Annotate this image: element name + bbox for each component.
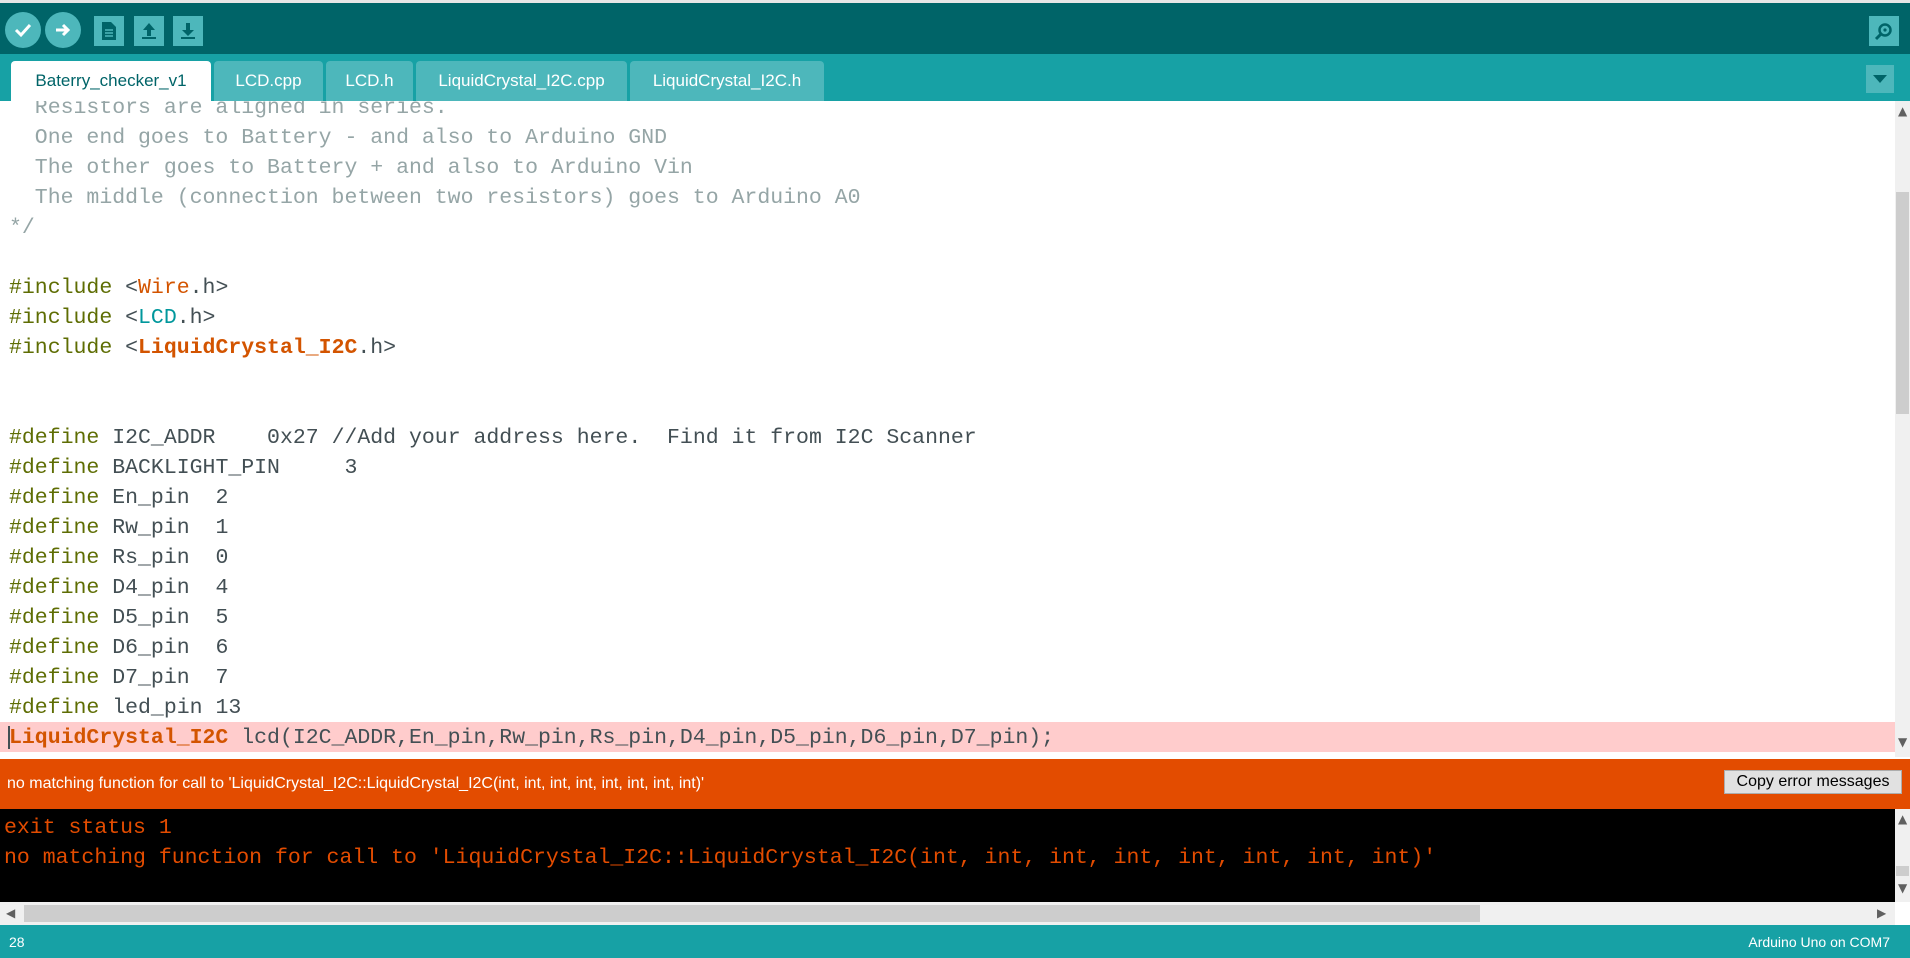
define-body: led_pin 13 — [99, 696, 242, 720]
code-line: #define D5_pin 5 — [9, 603, 1054, 633]
include-lib: LiquidCrystal_I2C — [138, 336, 358, 360]
save-button[interactable] — [173, 16, 203, 46]
define-body: D6_pin 6 — [99, 636, 229, 660]
upload-icon — [56, 23, 71, 37]
code-line: #define Rw_pin 1 — [9, 513, 1054, 543]
define-keyword: #define — [9, 696, 100, 720]
code-line: #define D6_pin 6 — [9, 633, 1054, 663]
define-body: BACKLIGHT_PIN 3 — [99, 456, 358, 480]
define-keyword: #define — [9, 426, 100, 450]
scroll-left-arrow-icon[interactable]: ◀ — [6, 906, 15, 920]
define-keyword: #define — [9, 636, 100, 660]
toolbar — [0, 0, 1910, 54]
define-body: D4_pin 4 — [99, 576, 229, 600]
tab-lcd-h[interactable]: LCD.h — [326, 61, 413, 101]
chevron-down-icon — [1873, 75, 1887, 83]
verify-icon — [14, 23, 32, 38]
horizontal-scroll-thumb[interactable] — [24, 905, 1480, 922]
tab-lcd-cpp[interactable]: LCD.cpp — [214, 61, 323, 101]
define-keyword: #define — [9, 456, 100, 480]
verify-button[interactable] — [5, 12, 41, 48]
console-line: no matching function for call to 'Liquid… — [4, 846, 1437, 870]
code-line: #define D7_pin 7 — [9, 663, 1054, 693]
code-line: #define Rs_pin 0 — [9, 543, 1054, 573]
scroll-down-arrow-icon[interactable]: ▼ — [1898, 735, 1907, 749]
define-keyword: #define — [9, 546, 100, 570]
open-icon — [142, 23, 156, 39]
code-line: Resistors are aligned in series. — [9, 101, 448, 120]
copy-error-messages-button[interactable]: Copy error messages — [1724, 770, 1902, 794]
include-bracket: < — [112, 306, 139, 330]
code-line: #include <Wire.h> — [9, 273, 1054, 303]
include-keyword: #include — [9, 336, 113, 360]
define-body: Rs_pin 0 — [99, 546, 229, 570]
scroll-up-arrow-icon[interactable]: ▲ — [1898, 104, 1907, 118]
code-line: One end goes to Battery - and also to Ar… — [9, 126, 668, 150]
error-message: no matching function for call to 'Liquid… — [7, 775, 705, 792]
error-bar: no matching function for call to 'Liquid… — [0, 759, 1910, 809]
open-button[interactable] — [134, 16, 164, 46]
code-text[interactable]: Resistors are aligned in series. One end… — [9, 101, 1054, 753]
console-scroll-up-arrow-icon[interactable]: ▲ — [1898, 812, 1907, 826]
console-output[interactable]: exit status 1 no matching function for ca… — [0, 809, 1895, 902]
define-body: I2C_ADDR 0x27 — [99, 426, 332, 450]
tab-bar: Baterry_checker_v1 LCD.cpp LCD.h LiquidC… — [0, 54, 1910, 101]
serial-monitor-icon — [1874, 23, 1892, 41]
save-icon — [181, 23, 195, 39]
define-body: D5_pin 5 — [99, 606, 229, 630]
define-keyword: #define — [9, 516, 100, 540]
include-ext: .h> — [176, 306, 216, 330]
constructor-call: lcd(I2C_ADDR,En_pin,Rw_pin,Rs_pin,D4_pin… — [228, 726, 1055, 750]
status-bar: 28 Arduino Uno on COM7 — [0, 925, 1910, 958]
code-line: #include <LCD.h> — [9, 303, 1054, 333]
new-button[interactable] — [94, 16, 124, 46]
code-line: The middle (connection between two resis… — [9, 186, 861, 210]
upload-button[interactable] — [45, 12, 81, 48]
include-bracket: < — [112, 276, 139, 300]
code-line: #include <LiquidCrystal_I2C.h> — [9, 333, 1054, 363]
new-icon — [102, 22, 116, 40]
editor-scroll-thumb[interactable] — [1896, 192, 1909, 414]
tab-menu-button[interactable] — [1866, 65, 1894, 93]
define-body: En_pin 2 — [99, 486, 229, 510]
line-number: 28 — [9, 934, 25, 950]
include-lib: LCD — [138, 306, 177, 330]
include-keyword: #include — [9, 306, 113, 330]
include-ext: .h> — [189, 276, 229, 300]
define-comment: //Add your address here. Find it from I2… — [331, 426, 977, 450]
code-line: The other goes to Battery + and also to … — [9, 156, 693, 180]
console-scroll-down-arrow-icon[interactable]: ▼ — [1898, 881, 1907, 895]
serial-monitor-button[interactable] — [1869, 16, 1899, 46]
define-keyword: #define — [9, 606, 100, 630]
tab-baterry-checker[interactable]: Baterry_checker_v1 — [11, 61, 211, 101]
define-keyword: #define — [9, 576, 100, 600]
tab-liquidcrystal-h[interactable]: LiquidCrystal_I2C.h — [630, 61, 824, 101]
type-name: LiquidCrystal_I2C — [9, 726, 229, 750]
code-line-error: LiquidCrystal_I2C lcd(I2C_ADDR,En_pin,Rw… — [9, 723, 1054, 753]
define-body: Rw_pin 1 — [99, 516, 229, 540]
code-line: #define led_pin 13 — [9, 693, 1054, 723]
code-editor[interactable]: Resistors are aligned in series. One end… — [0, 101, 1895, 757]
console-scroll-thumb[interactable] — [1896, 866, 1909, 876]
board-port: Arduino Uno on COM7 — [1748, 934, 1890, 950]
console-line: exit status 1 — [4, 816, 172, 840]
code-line: #define En_pin 2 — [9, 483, 1054, 513]
code-line: #define I2C_ADDR 0x27 //Add your address… — [9, 423, 1054, 453]
scroll-right-arrow-icon[interactable]: ▶ — [1877, 906, 1886, 920]
include-keyword: #include — [9, 276, 113, 300]
include-lib: Wire — [138, 276, 190, 300]
define-keyword: #define — [9, 486, 100, 510]
code-line: #define BACKLIGHT_PIN 3 — [9, 453, 1054, 483]
define-body: D7_pin 7 — [99, 666, 229, 690]
define-keyword: #define — [9, 666, 100, 690]
tab-liquidcrystal-cpp[interactable]: LiquidCrystal_I2C.cpp — [416, 61, 627, 101]
code-line: #define D4_pin 4 — [9, 573, 1054, 603]
include-bracket: < — [112, 336, 139, 360]
code-line: */ — [9, 216, 35, 240]
include-ext: .h> — [357, 336, 397, 360]
